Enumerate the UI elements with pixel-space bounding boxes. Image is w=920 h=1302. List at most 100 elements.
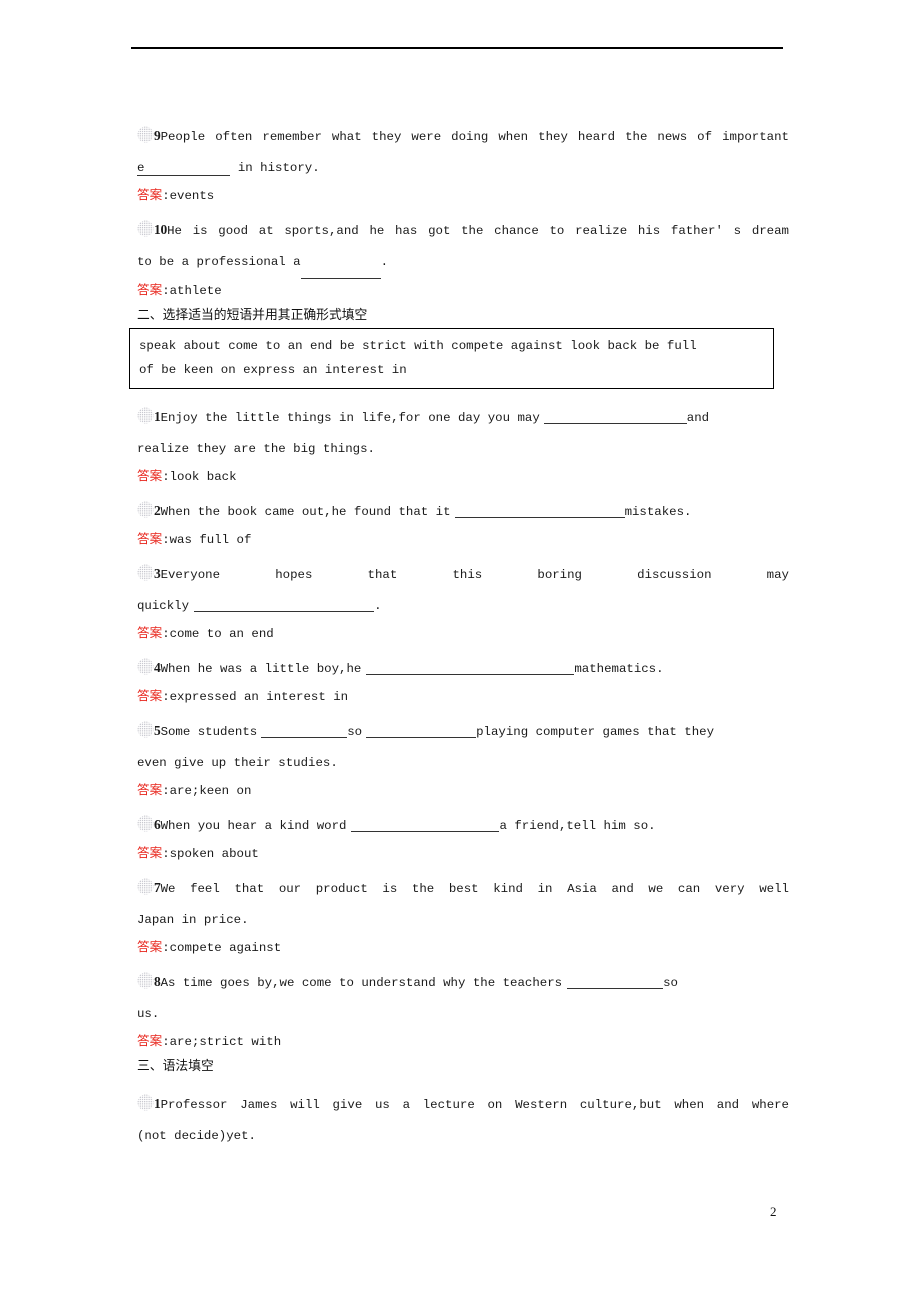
bullet-icon bbox=[137, 501, 154, 518]
answer-value: :events bbox=[162, 189, 215, 203]
question-text-tail: mathematics. bbox=[574, 662, 664, 676]
s2-question-7-line1: 7We feel that our product is the best ki… bbox=[137, 872, 789, 905]
answer-label: 答案 bbox=[137, 689, 163, 703]
s3-question-1-line2: (not decide)yet. bbox=[137, 1129, 256, 1143]
s2-question-8-line2: us. bbox=[137, 1007, 160, 1021]
answer-label: 答案 bbox=[137, 1034, 163, 1048]
document-page: 9People often remember what they were do… bbox=[0, 0, 920, 1302]
question-text-tail: so bbox=[663, 976, 678, 990]
question-text-tail: in history. bbox=[230, 161, 320, 175]
question-text: Enjoy the little things in life,for one … bbox=[160, 411, 540, 425]
answer-label: 答案 bbox=[137, 469, 163, 483]
blank-prefix: e bbox=[137, 161, 145, 175]
question-text-tail: and bbox=[686, 411, 710, 425]
question-text-tail: . bbox=[374, 599, 382, 613]
question-text: Professor James will give us a lecture o… bbox=[160, 1098, 789, 1112]
phrase-bank-line-2: of be keen on express an interest in bbox=[139, 363, 407, 377]
question-text: He is good at sports,and he has got the … bbox=[167, 224, 789, 238]
answer-10: 答案:athlete bbox=[137, 279, 789, 302]
s2-question-5-line1: 5Some students so playing computer games t… bbox=[137, 715, 789, 748]
phrase-bank-box: speak about come to an end be strict wit… bbox=[129, 328, 774, 389]
s2-answer-4: 答案:expressed an interest in bbox=[137, 685, 789, 708]
question-text-lead: to be a professional a bbox=[137, 255, 301, 269]
question-text: When you hear a kind word bbox=[160, 819, 347, 833]
question-text-c: playing computer games that they bbox=[476, 725, 715, 739]
fill-blank[interactable] bbox=[543, 411, 687, 424]
bullet-icon bbox=[137, 407, 154, 424]
s2-question-1-line1: 1Enjoy the little things in life,for one… bbox=[137, 401, 789, 434]
section-2-heading: 二、选择适当的短语并用其正确形式填空 bbox=[137, 307, 368, 322]
question-text-tail: . bbox=[380, 255, 389, 269]
fill-blank[interactable] bbox=[567, 976, 664, 989]
bullet-icon bbox=[137, 878, 154, 895]
answer-label: 答案 bbox=[137, 940, 163, 954]
answer-value: :look back bbox=[162, 470, 237, 484]
bullet-icon bbox=[137, 721, 154, 738]
answer-label: 答案 bbox=[137, 532, 163, 546]
question-10-line1: 10He is good at sports,and he has got th… bbox=[137, 214, 789, 247]
s2-question-6-line1: 6When you hear a kind word a friend,tell … bbox=[137, 809, 789, 842]
answer-value: :expressed an interest in bbox=[162, 690, 349, 704]
s2-question-8-line1: 8As time goes by,we come to understand w… bbox=[137, 966, 789, 999]
bullet-icon bbox=[137, 1094, 154, 1111]
bullet-icon bbox=[137, 126, 154, 143]
fill-blank[interactable] bbox=[454, 505, 625, 518]
answer-value: :spoken about bbox=[162, 847, 259, 861]
phrase-bank-line-1: speak about come to an end be strict wit… bbox=[139, 339, 697, 353]
question-text-tail: a friend,tell him so. bbox=[499, 819, 656, 833]
question-text: As time goes by,we come to understand wh… bbox=[160, 976, 563, 990]
s2-question-3-line1: 3Everyone hopes that this boring discuss… bbox=[137, 558, 789, 591]
fill-blank-1[interactable] bbox=[261, 725, 348, 738]
question-text: When he was a little boy,he bbox=[160, 662, 362, 676]
question-text: We feel that our product is the best kin… bbox=[160, 882, 789, 896]
answer-value: :compete against bbox=[162, 941, 282, 955]
answer-value: :come to an end bbox=[162, 627, 274, 641]
question-text: People often remember what they were doi… bbox=[160, 130, 789, 144]
s2-question-2-line1: 2When the book came out,he found that it… bbox=[137, 495, 789, 528]
s2-answer-5: 答案:are;keen on bbox=[137, 779, 789, 802]
content-column: 9People often remember what they were do… bbox=[129, 120, 789, 1152]
answer-label: 答案 bbox=[137, 283, 163, 297]
answer-value: :are;strict with bbox=[162, 1035, 282, 1049]
s2-answer-3: 答案:come to an end bbox=[137, 622, 789, 645]
s2-answer-1: 答案:look back bbox=[137, 465, 789, 488]
answer-label: 答案 bbox=[137, 188, 163, 202]
s3-question-1-line1: 1Professor James will give us a lecture … bbox=[137, 1088, 789, 1121]
s2-question-5-line2: even give up their studies. bbox=[137, 756, 338, 770]
question-9-line1: 9People often remember what they were do… bbox=[137, 120, 789, 153]
answer-label: 答案 bbox=[137, 626, 163, 640]
s2-answer-8: 答案:are;strict with bbox=[137, 1030, 789, 1053]
header-rule bbox=[131, 47, 783, 49]
fill-blank[interactable]: e bbox=[137, 161, 231, 176]
fill-blank[interactable] bbox=[366, 662, 575, 675]
s2-answer-7: 答案:compete against bbox=[137, 936, 789, 959]
bullet-icon bbox=[137, 972, 154, 989]
bullet-icon bbox=[137, 658, 154, 675]
question-text: When the book came out,he found that it bbox=[160, 505, 451, 519]
question-text-b: so bbox=[347, 725, 363, 739]
bullet-icon bbox=[137, 564, 154, 581]
answer-label: 答案 bbox=[137, 783, 163, 797]
answer-value: :are;keen on bbox=[162, 784, 252, 798]
fill-blank[interactable] bbox=[300, 247, 381, 279]
answer-value: :was full of bbox=[162, 533, 252, 547]
question-number: 10 bbox=[154, 222, 168, 237]
fill-blank-2[interactable] bbox=[366, 725, 477, 738]
s2-answer-2: 答案:was full of bbox=[137, 528, 789, 551]
fill-blank[interactable] bbox=[351, 819, 500, 832]
question-text-lead: quickly bbox=[137, 599, 190, 613]
s2-question-4-line1: 4When he was a little boy,he mathematics. bbox=[137, 652, 789, 685]
answer-9: 答案:events bbox=[137, 184, 789, 207]
question-text-a: Some students bbox=[160, 725, 258, 739]
s2-answer-6: 答案:spoken about bbox=[137, 842, 789, 865]
question-text: Everyone hopes that this boring discussi… bbox=[160, 568, 789, 582]
question-9-line2: e in history. bbox=[137, 153, 789, 184]
question-text-tail: mistakes. bbox=[624, 505, 692, 519]
bullet-icon bbox=[137, 815, 154, 832]
s2-question-3-line2: quickly. bbox=[137, 591, 789, 622]
page-number: 2 bbox=[770, 1204, 777, 1219]
fill-blank[interactable] bbox=[194, 599, 375, 612]
s2-question-1-line2: realize they are the big things. bbox=[137, 442, 375, 456]
s2-question-7-line2: Japan in price. bbox=[137, 913, 249, 927]
section-3-heading: 三、语法填空 bbox=[137, 1058, 214, 1073]
